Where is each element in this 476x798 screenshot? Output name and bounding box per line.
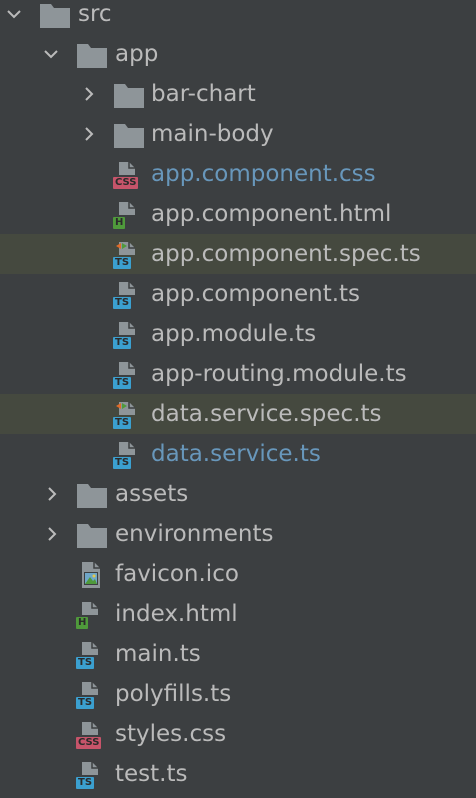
tree-item-app[interactable]: app bbox=[0, 34, 476, 74]
tree-item-bar-chart[interactable]: bar-chart bbox=[0, 74, 476, 114]
chevron-down-icon[interactable] bbox=[3, 0, 25, 34]
tree-item-label: main-body bbox=[151, 121, 274, 147]
tree-item-assets[interactable]: assets bbox=[0, 474, 476, 514]
tree-item-label: index.html bbox=[115, 601, 238, 627]
folder-icon bbox=[113, 121, 145, 149]
tree-item-app-component-spec-ts[interactable]: TS app.component.spec.ts bbox=[0, 234, 476, 274]
ts-file-icon: TS bbox=[113, 281, 145, 309]
chevron-right-icon[interactable] bbox=[41, 474, 63, 514]
chevron-right-icon[interactable] bbox=[78, 74, 100, 114]
tree-item-label: app.component.spec.ts bbox=[151, 241, 421, 267]
ts-badge: TS bbox=[113, 377, 132, 389]
tree-item-label: favicon.ico bbox=[115, 561, 239, 587]
tree-item-label: styles.css bbox=[115, 721, 227, 747]
tree-item-label: app bbox=[115, 41, 159, 67]
html-badge: H bbox=[113, 217, 126, 229]
tree-item-label: app.component.css bbox=[151, 161, 376, 187]
image-file-icon bbox=[76, 561, 108, 589]
html-badge: H bbox=[76, 617, 89, 629]
chevron-right-icon[interactable] bbox=[41, 514, 63, 554]
ts-badge: TS bbox=[113, 417, 132, 429]
ts-badge: TS bbox=[76, 657, 95, 669]
tree-item-label: main.ts bbox=[115, 641, 201, 667]
tree-item-label: data.service.spec.ts bbox=[151, 401, 382, 427]
ts-file-icon: TS bbox=[76, 761, 108, 789]
ts-badge: TS bbox=[113, 457, 132, 469]
tree-item-environments[interactable]: environments bbox=[0, 514, 476, 554]
html-file-icon: H bbox=[76, 601, 108, 629]
ts-file-icon: TS bbox=[113, 441, 145, 469]
ts-file-icon: TS bbox=[113, 321, 145, 349]
css-file-icon: CSS bbox=[76, 721, 108, 749]
project-tree: src app bar-chart main-body CSS app.comp… bbox=[0, 0, 476, 794]
tree-item-index-html[interactable]: H index.html bbox=[0, 594, 476, 634]
ts-badge: TS bbox=[76, 697, 95, 709]
tree-item-label: app.component.ts bbox=[151, 281, 361, 307]
tree-item-label: data.service.ts bbox=[151, 441, 321, 467]
tree-item-label: bar-chart bbox=[151, 81, 256, 107]
ts-file-icon: TS bbox=[76, 681, 108, 709]
ts-file-icon: TS bbox=[113, 361, 145, 389]
tree-item-label: app.component.html bbox=[151, 201, 392, 227]
ts-badge: TS bbox=[113, 337, 132, 349]
tree-item-styles-css[interactable]: CSS styles.css bbox=[0, 714, 476, 754]
tree-item-label: test.ts bbox=[115, 761, 188, 787]
folder-icon bbox=[76, 41, 108, 69]
ts-badge: TS bbox=[76, 777, 95, 789]
ts-badge: TS bbox=[113, 297, 132, 309]
html-file-icon: H bbox=[113, 201, 145, 229]
tree-item-label: app-routing.module.ts bbox=[151, 361, 407, 387]
css-badge: CSS bbox=[113, 177, 139, 189]
tree-item-label: src bbox=[78, 1, 112, 27]
test-file-icon: TS bbox=[113, 241, 145, 269]
tree-item-polyfills-ts[interactable]: TS polyfills.ts bbox=[0, 674, 476, 714]
tree-item-app-component-css[interactable]: CSS app.component.css bbox=[0, 154, 476, 194]
tree-item-label: app.module.ts bbox=[151, 321, 317, 347]
tree-item-label: assets bbox=[115, 481, 189, 507]
folder-icon bbox=[39, 1, 71, 29]
ts-file-icon: TS bbox=[76, 641, 108, 669]
chevron-down-icon[interactable] bbox=[40, 34, 62, 74]
tree-item-data-service-ts[interactable]: TS data.service.ts bbox=[0, 434, 476, 474]
test-file-icon: TS bbox=[113, 401, 145, 429]
css-badge: CSS bbox=[76, 737, 102, 749]
folder-icon bbox=[76, 481, 108, 509]
tree-item-main-body[interactable]: main-body bbox=[0, 114, 476, 154]
tree-item-app-routing-module-ts[interactable]: TS app-routing.module.ts bbox=[0, 354, 476, 394]
tree-item-app-component-html[interactable]: H app.component.html bbox=[0, 194, 476, 234]
chevron-right-icon[interactable] bbox=[78, 114, 100, 154]
tree-item-data-service-spec-ts[interactable]: TS data.service.spec.ts bbox=[0, 394, 476, 434]
tree-item-main-ts[interactable]: TS main.ts bbox=[0, 634, 476, 674]
tree-item-app-module-ts[interactable]: TS app.module.ts bbox=[0, 314, 476, 354]
ts-badge: TS bbox=[113, 257, 132, 269]
css-file-icon: CSS bbox=[113, 161, 145, 189]
tree-item-app-component-ts[interactable]: TS app.component.ts bbox=[0, 274, 476, 314]
tree-item-label: environments bbox=[115, 521, 274, 547]
tree-item-label: polyfills.ts bbox=[115, 681, 232, 707]
tree-item-src[interactable]: src bbox=[0, 0, 476, 34]
folder-icon bbox=[76, 521, 108, 549]
tree-item-favicon-ico[interactable]: favicon.ico bbox=[0, 554, 476, 594]
tree-item-test-ts[interactable]: TS test.ts bbox=[0, 754, 476, 794]
folder-icon bbox=[113, 81, 145, 109]
